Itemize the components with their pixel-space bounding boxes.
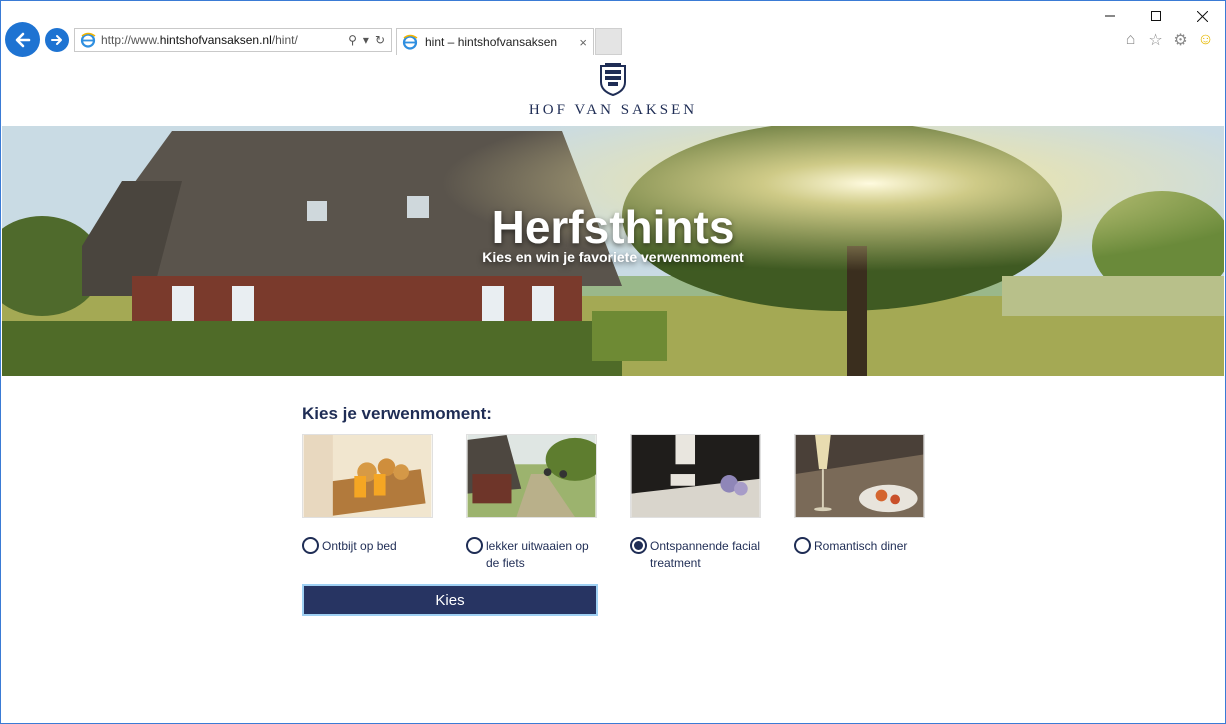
dropdown-icon[interactable]: ▾ xyxy=(363,33,369,47)
brand-name: HOF VAN SAKSEN xyxy=(528,102,698,118)
option-label: Ontspannende facial treatment xyxy=(650,539,761,570)
maximize-button[interactable] xyxy=(1133,1,1179,31)
arrow-right-icon xyxy=(51,35,62,45)
address-bar[interactable]: http://www.hintshofvansaksen.nl/hint/ ⚲ … xyxy=(74,28,392,52)
option-label: lekker uitwaaien op de fiets xyxy=(486,539,589,570)
settings-gear-icon[interactable]: ⚙ xyxy=(1171,30,1190,49)
option-label: Ontbijt op bed xyxy=(322,539,397,553)
home-icon[interactable]: ⌂ xyxy=(1121,30,1140,49)
options-list: Ontbijt op bed lekker uitwaaien op de fi… xyxy=(302,434,942,572)
ie-logo-icon xyxy=(402,34,418,50)
close-window-button[interactable] xyxy=(1179,1,1225,31)
ie-logo-icon xyxy=(80,32,96,48)
cycling-photo xyxy=(466,434,605,518)
option-facial[interactable]: Ontspannende facial treatment xyxy=(630,434,762,572)
url-text: http://www.hintshofvansaksen.nl/hint/ xyxy=(101,33,298,47)
feedback-smiley-icon[interactable]: ☺ xyxy=(1196,30,1215,49)
breakfast-photo xyxy=(302,434,433,518)
hero-title: Herfsthints xyxy=(491,201,735,253)
crest-icon xyxy=(600,63,626,96)
favorites-star-icon[interactable]: ☆ xyxy=(1146,30,1165,49)
submit-button[interactable]: Kies xyxy=(302,584,598,616)
window-controls xyxy=(1087,1,1225,31)
refresh-icon[interactable]: ↻ xyxy=(375,33,385,47)
close-icon xyxy=(1196,10,1208,22)
voting-form: Kies je verwenmoment: Ontbijt op bed lek… xyxy=(302,404,942,616)
new-tab-button[interactable] xyxy=(595,28,622,55)
minimize-icon xyxy=(1105,15,1115,17)
dinner-photo xyxy=(794,434,925,518)
option-label: Romantisch diner xyxy=(814,539,908,553)
forward-button[interactable] xyxy=(45,28,69,52)
browser-chrome: http://www.hintshofvansaksen.nl/hint/ ⚲ … xyxy=(1,1,1225,57)
radio-breakfast[interactable] xyxy=(302,537,319,554)
browser-window: http://www.hintshofvansaksen.nl/hint/ ⚲ … xyxy=(0,0,1226,724)
option-dinner[interactable]: Romantisch diner xyxy=(794,434,926,572)
hero-banner: Herfsthints Kies en win je favoriete ver… xyxy=(2,126,1224,376)
hero-subtitle: Kies en win je favoriete verwenmoment xyxy=(482,249,744,265)
form-question: Kies je verwenmoment: xyxy=(302,404,492,423)
option-cycling[interactable]: lekker uitwaaien op de fiets xyxy=(466,434,605,572)
facial-photo xyxy=(630,434,761,518)
minimize-button[interactable] xyxy=(1087,1,1133,31)
back-button[interactable] xyxy=(5,22,40,57)
maximize-icon xyxy=(1151,11,1161,21)
radio-cycling[interactable] xyxy=(466,537,483,554)
browser-toolbar: ⌂ ☆ ⚙ ☺ xyxy=(1121,30,1215,49)
search-icon[interactable]: ⚲ xyxy=(348,33,357,47)
arrow-left-icon xyxy=(15,32,30,47)
web-page: HOF VAN SAKSEN Herfsthints Kies en win j… xyxy=(2,57,1224,723)
tab-active[interactable]: hint – hintshofvansaksen × xyxy=(396,28,594,55)
option-breakfast[interactable]: Ontbijt op bed xyxy=(302,434,434,572)
close-tab-icon[interactable]: × xyxy=(579,35,587,50)
radio-dinner[interactable] xyxy=(794,537,811,554)
radio-facial[interactable] xyxy=(630,537,647,554)
tab-title: hint – hintshofvansaksen xyxy=(425,35,558,49)
site-logo[interactable]: HOF VAN SAKSEN xyxy=(2,62,1224,119)
